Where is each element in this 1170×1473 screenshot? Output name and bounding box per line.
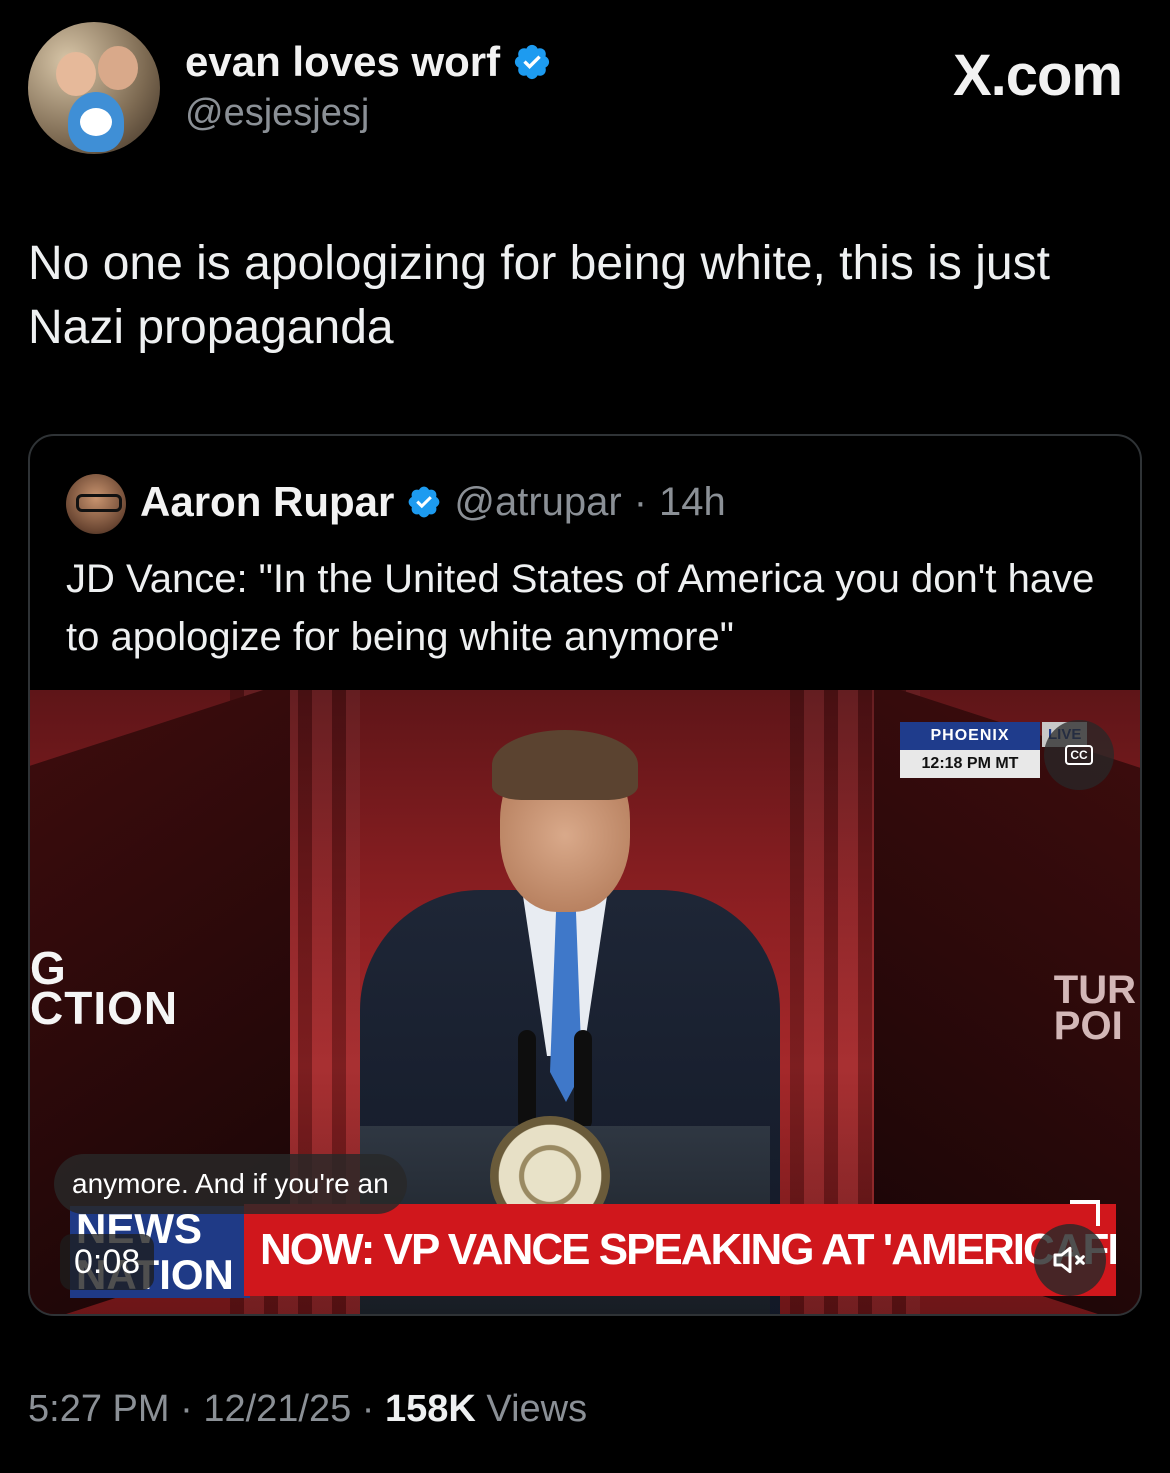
- stage-sign-left: G CTION: [30, 942, 179, 1034]
- quoted-author-name[interactable]: Aaron Rupar: [140, 478, 394, 526]
- fullscreen-corner: [1070, 1200, 1100, 1226]
- stage-sign-right: TUR POI: [1053, 968, 1136, 1048]
- author-display-name-row[interactable]: evan loves worf: [185, 38, 552, 86]
- tweet-meta-footer: 5:27 PM · 12/21/25 · 158K Views: [28, 1388, 587, 1431]
- tweet-screenshot: evan loves worf @esjesjesj X.com No one …: [0, 0, 1170, 1473]
- cc-icon: CC: [1065, 745, 1093, 765]
- author-handle[interactable]: @esjesjesj: [185, 92, 369, 135]
- meta-separator: ·: [169, 1388, 204, 1430]
- video-player[interactable]: G CTION TUR POI PHOENIX 12:18 PM MT LIVE…: [30, 690, 1140, 1314]
- news-ticker: NOW: VP VANCE SPEAKING AT 'AMERICAFEST': [244, 1204, 1116, 1296]
- tweet-time[interactable]: 5:27 PM: [28, 1388, 170, 1430]
- closed-captions-button[interactable]: CC: [1044, 720, 1114, 790]
- quoted-tweet-header: Aaron Rupar @atrupar · 14h: [140, 478, 726, 526]
- location-badge: PHOENIX 12:18 PM MT: [900, 722, 1040, 778]
- site-label: X.com: [952, 43, 1123, 108]
- author-avatar[interactable]: [28, 22, 160, 154]
- meta-separator: ·: [351, 1388, 386, 1430]
- verified-badge-icon: [515, 44, 550, 80]
- mute-button[interactable]: [1034, 1224, 1106, 1296]
- quoted-tweet-text: JD Vance: "In the United States of Ameri…: [66, 557, 1095, 659]
- microphone: [574, 1030, 592, 1130]
- tweet-text: No one is apologizing for being white, t…: [28, 237, 1050, 354]
- quoted-author-handle[interactable]: @atrupar: [454, 480, 621, 525]
- microphone: [518, 1030, 536, 1130]
- location-clock: 12:18 PM MT: [900, 750, 1040, 778]
- author-display-name[interactable]: evan loves worf: [185, 38, 500, 86]
- quoted-tweet-card[interactable]: Aaron Rupar @atrupar · 14h JD Vance: "In…: [28, 434, 1142, 1316]
- meta-separator: ·: [633, 479, 648, 524]
- location-city: PHOENIX: [900, 722, 1040, 750]
- quoted-author-avatar[interactable]: [66, 474, 126, 534]
- video-caption: anymore. And if you're an: [54, 1154, 407, 1214]
- views-label: Views: [486, 1388, 588, 1430]
- quoted-tweet-age[interactable]: 14h: [659, 480, 726, 525]
- tweet-date[interactable]: 12/21/25: [203, 1388, 351, 1430]
- speaker-hair: [492, 730, 638, 800]
- mute-icon: [1053, 1246, 1085, 1274]
- views-count: 158K: [385, 1388, 476, 1430]
- video-elapsed-time: 0:08: [60, 1234, 155, 1290]
- verified-badge-icon: [408, 486, 440, 518]
